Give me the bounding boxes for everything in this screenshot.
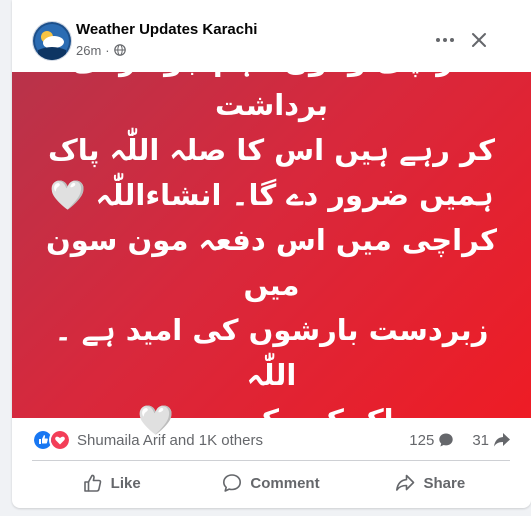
post-card: Weather Updates Karachi 26m · کراچی والو… (12, 0, 531, 508)
engagement-counts: 125 31 (409, 428, 511, 452)
love-icon (49, 429, 71, 451)
comment-label: Comment (250, 474, 320, 492)
shares-count[interactable]: 31 (472, 432, 489, 449)
actions-divider (32, 460, 510, 461)
white-heart-icon: 🤍 (49, 177, 86, 212)
reactions-label[interactable]: Shumaila Arif and 1K others (77, 432, 263, 449)
like-label: Like (110, 474, 141, 492)
post-text-banner: کراچی والوں ، ہم جو گرمی برداشت کر رہے ہ… (12, 43, 531, 437)
share-arrow-icon (494, 433, 510, 447)
post-text-line: کراچی میں اس دفعہ مون سون میں (46, 222, 497, 302)
comment-bubble-icon (439, 433, 454, 447)
post-text-line: زبردست بارشوں کی امید ہے ۔ اللّٰہ (54, 312, 489, 392)
comments-count[interactable]: 125 (409, 432, 434, 449)
comment-icon (223, 474, 242, 492)
post-actions: Like Comment Share (32, 464, 510, 502)
share-button[interactable]: Share (351, 464, 510, 502)
page-name[interactable]: Weather Updates Karachi (76, 21, 257, 38)
share-label: Share (423, 474, 466, 492)
share-icon (396, 474, 415, 491)
like-button[interactable]: Like (32, 464, 191, 502)
like-thumb-icon (83, 474, 101, 492)
post-text-segment: ہمیں ضرور دے گا۔ انشاءاللّٰہ (95, 177, 494, 212)
post-text-line: ہمیں ضرور دے گا۔ انشاءاللّٰہ 🤍 (42, 173, 502, 218)
post-text-line: کراچی والوں ، ہم جو گرمی برداشت (71, 42, 472, 122)
reaction-icons (32, 429, 71, 451)
post-text: کراچی والوں ، ہم جو گرمی برداشت کر رہے ہ… (42, 38, 502, 443)
comment-button[interactable]: Comment (191, 464, 350, 502)
post-text-line: کر رہے ہیں اس کا صلہ اللّٰہ پاک (48, 132, 495, 167)
reactions-summary[interactable]: Shumaila Arif and 1K others (32, 428, 263, 452)
